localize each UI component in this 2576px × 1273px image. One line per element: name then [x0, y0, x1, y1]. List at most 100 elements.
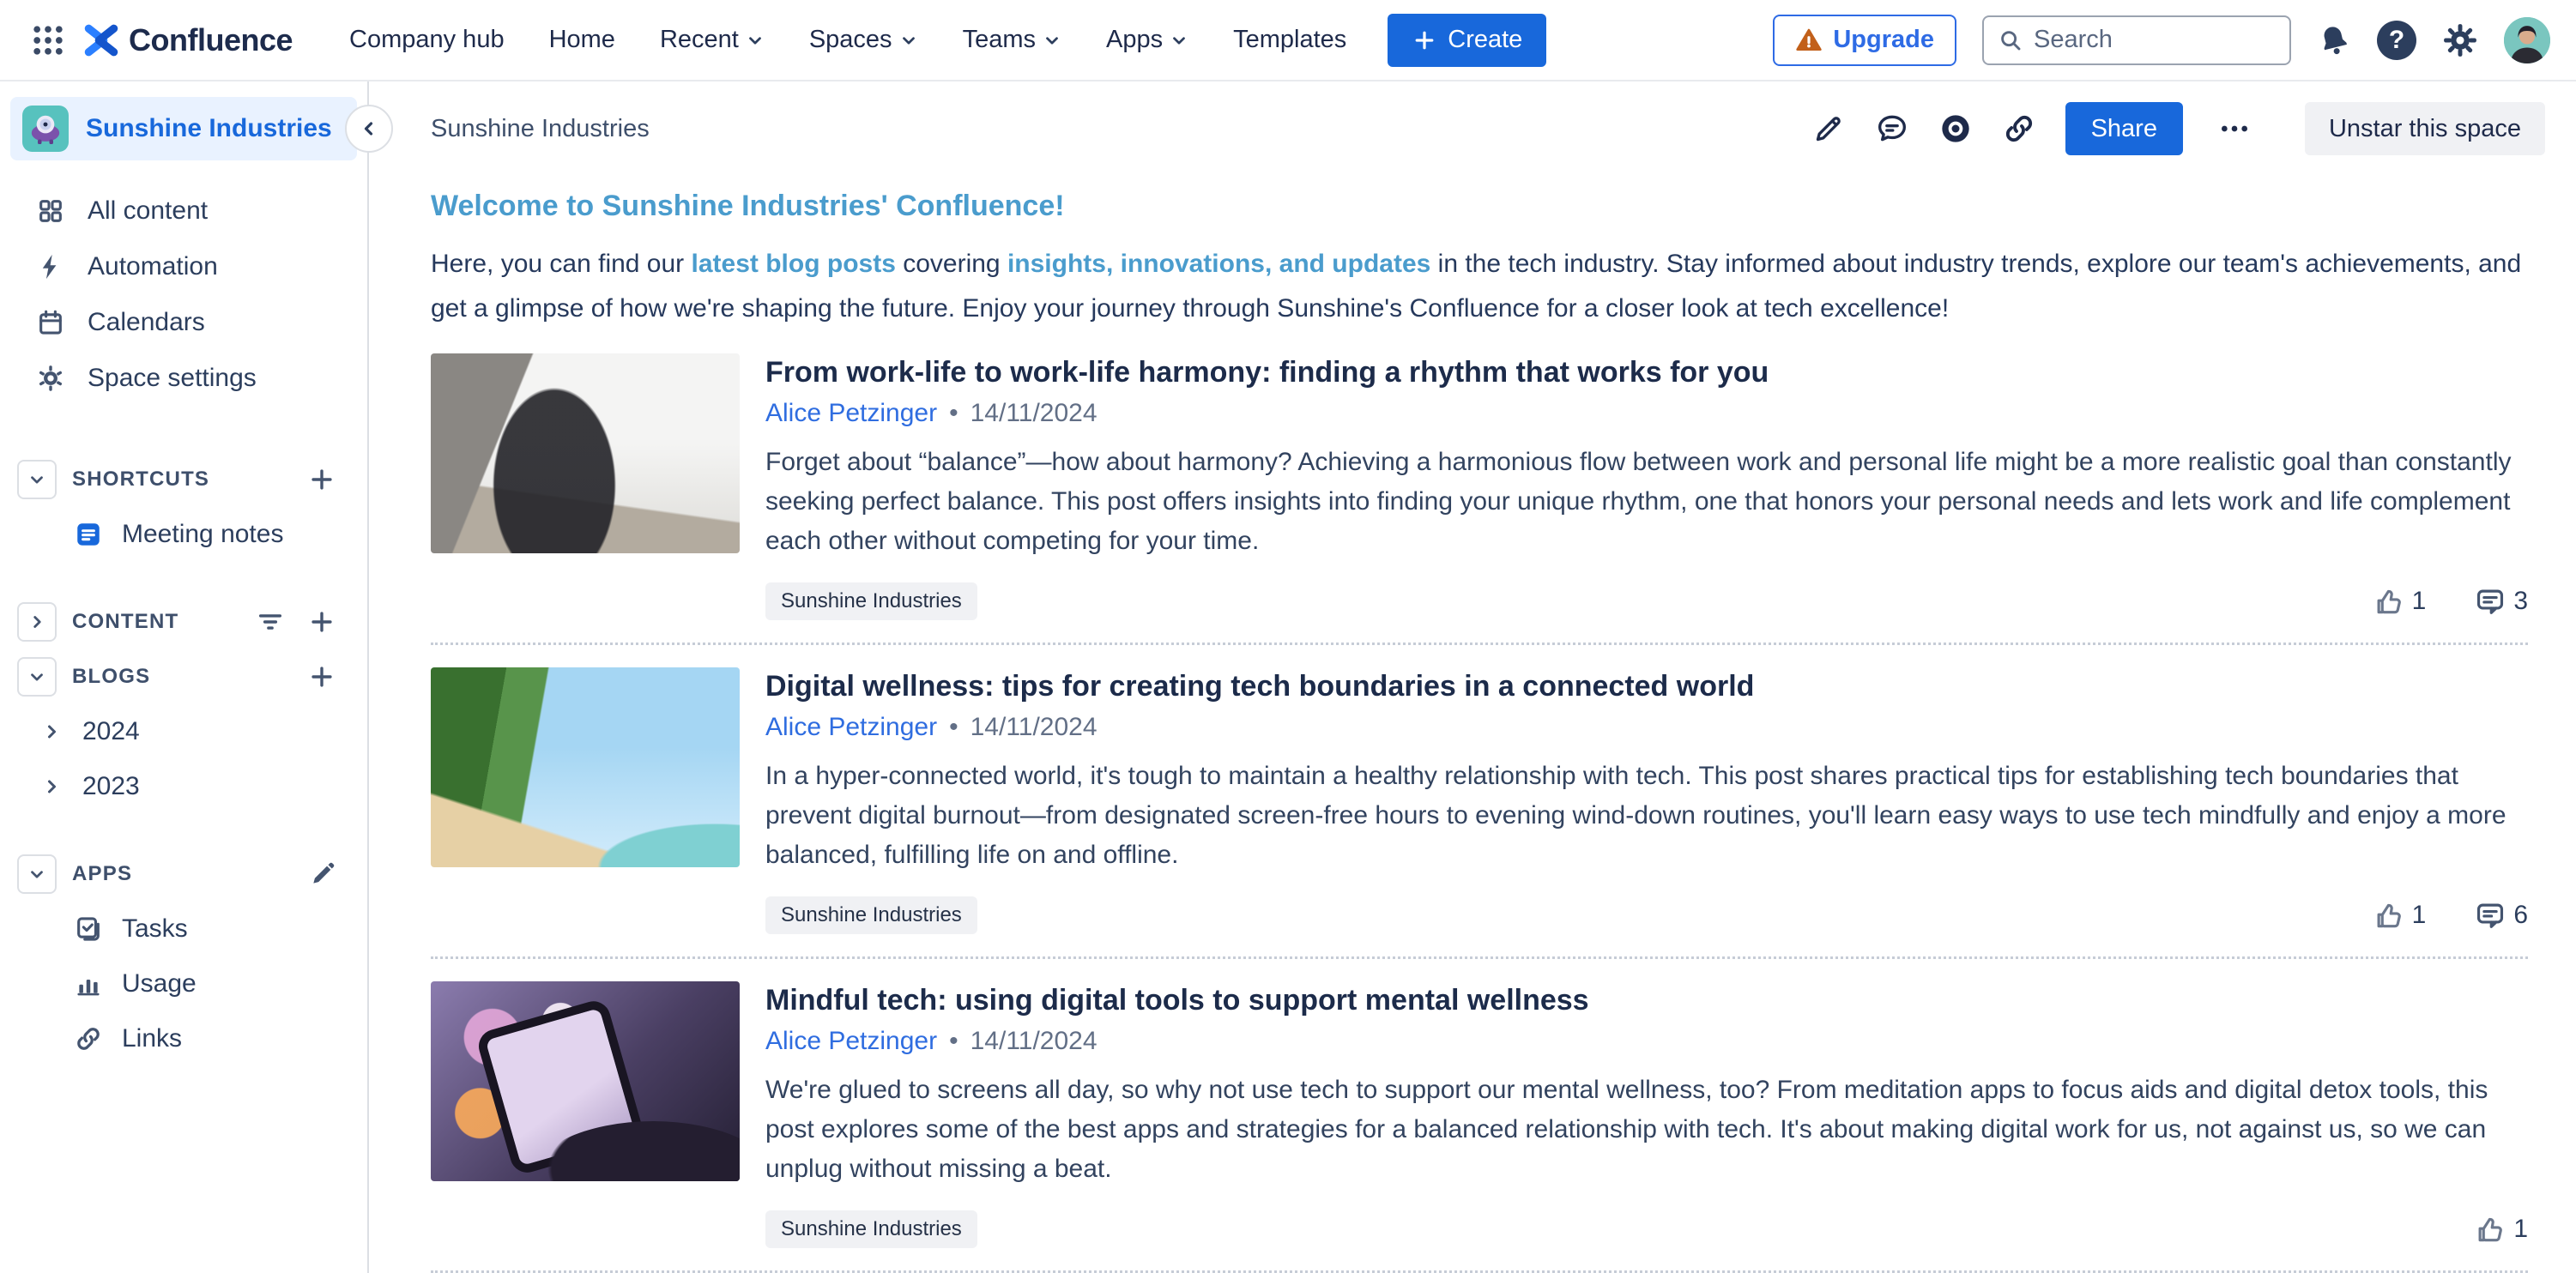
space-sidebar: Sunshine Industries All content Automati… [0, 81, 369, 1273]
shortcuts-collapse-button[interactable] [17, 460, 57, 499]
like-count[interactable]: 1 [2373, 899, 2427, 932]
share-button[interactable]: Share [2065, 102, 2183, 155]
page-body: Welcome to Sunshine Industries' Confluen… [371, 176, 2576, 1273]
sidebar-item-2023[interactable]: 2023 [0, 759, 367, 814]
calendar-icon [36, 308, 65, 337]
add-blog-button[interactable] [307, 662, 336, 691]
nav-teams[interactable]: Teams [963, 26, 1061, 54]
search-box[interactable] [1982, 15, 2291, 65]
add-content-button[interactable] [307, 607, 336, 636]
chevron-left-icon [359, 118, 379, 139]
app-switcher-button[interactable] [26, 18, 70, 63]
post-byline: Alice Petzinger • 14/11/2024 [765, 1026, 2528, 1057]
upgrade-button[interactable]: Upgrade [1773, 15, 1956, 66]
chevron-down-icon [1043, 31, 1061, 50]
topbar-right-group: Upgrade ? [1773, 15, 2550, 66]
post-thumbnail[interactable] [431, 981, 740, 1181]
section-shortcuts: SHORTCUTS [0, 452, 367, 507]
unstar-space-button[interactable]: Unstar this space [2305, 102, 2545, 155]
post-title[interactable]: Mindful tech: using digital tools to sup… [765, 981, 2528, 1019]
apps-collapse-button[interactable] [17, 854, 57, 894]
sidebar-collapse-button[interactable] [345, 105, 393, 153]
nav-templates[interactable]: Templates [1233, 26, 1346, 54]
comment-count[interactable]: 3 [2474, 585, 2528, 618]
post-excerpt: Forget about “balance”—how about harmony… [765, 443, 2528, 561]
like-count[interactable]: 1 [2474, 1213, 2528, 1246]
gear-icon [2442, 22, 2478, 58]
warning-triangle-icon [1795, 27, 1823, 54]
post-title[interactable]: Digital wellness: tips for creating tech… [765, 667, 2528, 705]
sidebar-item-automation[interactable]: Automation [0, 238, 367, 294]
settings-button[interactable] [2442, 22, 2478, 58]
sidebar-item-space-settings[interactable]: Space settings [0, 350, 367, 406]
nav-company-hub[interactable]: Company hub [349, 26, 505, 54]
link-chain-icon [2002, 112, 2036, 146]
help-button[interactable]: ? [2377, 21, 2416, 60]
sidebar-item-all-content[interactable]: All content [0, 183, 367, 238]
notifications-button[interactable] [2317, 23, 2351, 57]
section-blogs: BLOGS [0, 649, 367, 704]
comment-button[interactable] [1875, 112, 1909, 146]
author-link[interactable]: Alice Petzinger [765, 399, 937, 428]
user-avatar[interactable] [2504, 17, 2550, 63]
welcome-heading[interactable]: Welcome to Sunshine Industries' Confluen… [431, 190, 2528, 223]
post-date: 14/11/2024 [971, 1027, 1098, 1056]
copy-link-button[interactable] [2002, 112, 2036, 146]
sidebar-item-links[interactable]: Links [0, 1011, 367, 1066]
space-tag[interactable]: Sunshine Industries [765, 582, 977, 620]
section-content: CONTENT [0, 594, 367, 649]
thumbs-up-icon [2474, 1213, 2506, 1246]
sidebar-space-header[interactable]: Sunshine Industries [10, 97, 357, 160]
blogs-label: BLOGS [72, 665, 150, 689]
nav-apps[interactable]: Apps [1106, 26, 1188, 54]
link-icon [74, 1024, 103, 1053]
tasks-icon [74, 914, 103, 944]
post-thumbnail[interactable] [431, 353, 740, 553]
nav-spaces[interactable]: Spaces [809, 26, 918, 54]
insights-link[interactable]: insights, innovations, and updates [1007, 250, 1430, 278]
content-expand-button[interactable] [17, 602, 57, 642]
byline-separator: • [949, 713, 958, 742]
top-navigation-bar: Confluence Company hub Home Recent Space… [0, 0, 2576, 81]
chevron-down-icon [1170, 31, 1188, 50]
post-title[interactable]: From work-life to work-life harmony: fin… [765, 353, 2528, 391]
comment-count[interactable]: 6 [2474, 899, 2528, 932]
author-link[interactable]: Alice Petzinger [765, 713, 937, 742]
pencil-icon [1811, 112, 1846, 146]
sidebar-item-usage[interactable]: Usage [0, 956, 367, 1011]
edit-apps-button[interactable] [309, 860, 336, 888]
sidebar-item-2024[interactable]: 2024 [0, 704, 367, 759]
nav-recent[interactable]: Recent [660, 26, 765, 54]
search-input[interactable] [2034, 26, 2276, 54]
apps-label: APPS [72, 862, 132, 886]
sidebar-item-meeting-notes[interactable]: Meeting notes [0, 507, 367, 562]
content-header: Sunshine Industries [371, 81, 2576, 176]
confluence-logo[interactable]: Confluence [82, 21, 293, 59]
more-horizontal-icon [2217, 112, 2252, 146]
edit-button[interactable] [1811, 112, 1846, 146]
space-tag[interactable]: Sunshine Industries [765, 896, 977, 934]
space-name: Sunshine Industries [86, 114, 332, 143]
blogs-collapse-button[interactable] [17, 657, 57, 697]
add-shortcut-button[interactable] [307, 465, 336, 494]
space-tag[interactable]: Sunshine Industries [765, 1210, 977, 1248]
comment-bubble-icon [1875, 112, 1909, 146]
section-apps: APPS [0, 847, 367, 902]
author-link[interactable]: Alice Petzinger [765, 1027, 937, 1056]
post-excerpt: We're glued to screens all day, so why n… [765, 1071, 2528, 1189]
nav-home[interactable]: Home [549, 26, 615, 54]
like-count[interactable]: 1 [2373, 585, 2427, 618]
sidebar-item-tasks[interactable]: Tasks [0, 902, 367, 956]
breadcrumb[interactable]: Sunshine Industries [431, 115, 650, 143]
intro-text: Here, you can find our [431, 250, 692, 278]
filter-content-button[interactable] [256, 607, 285, 636]
post-meta-row: Sunshine Industries 1 [765, 895, 2528, 936]
post-byline: Alice Petzinger • 14/11/2024 [765, 398, 2528, 429]
latest-blog-posts-link[interactable]: latest blog posts [692, 250, 896, 278]
watch-button[interactable] [1938, 112, 1973, 146]
more-actions-button[interactable] [2217, 112, 2252, 146]
search-icon [1998, 27, 2023, 53]
post-thumbnail[interactable] [431, 667, 740, 867]
sidebar-item-calendars[interactable]: Calendars [0, 294, 367, 350]
create-button[interactable]: Create [1388, 14, 1546, 67]
